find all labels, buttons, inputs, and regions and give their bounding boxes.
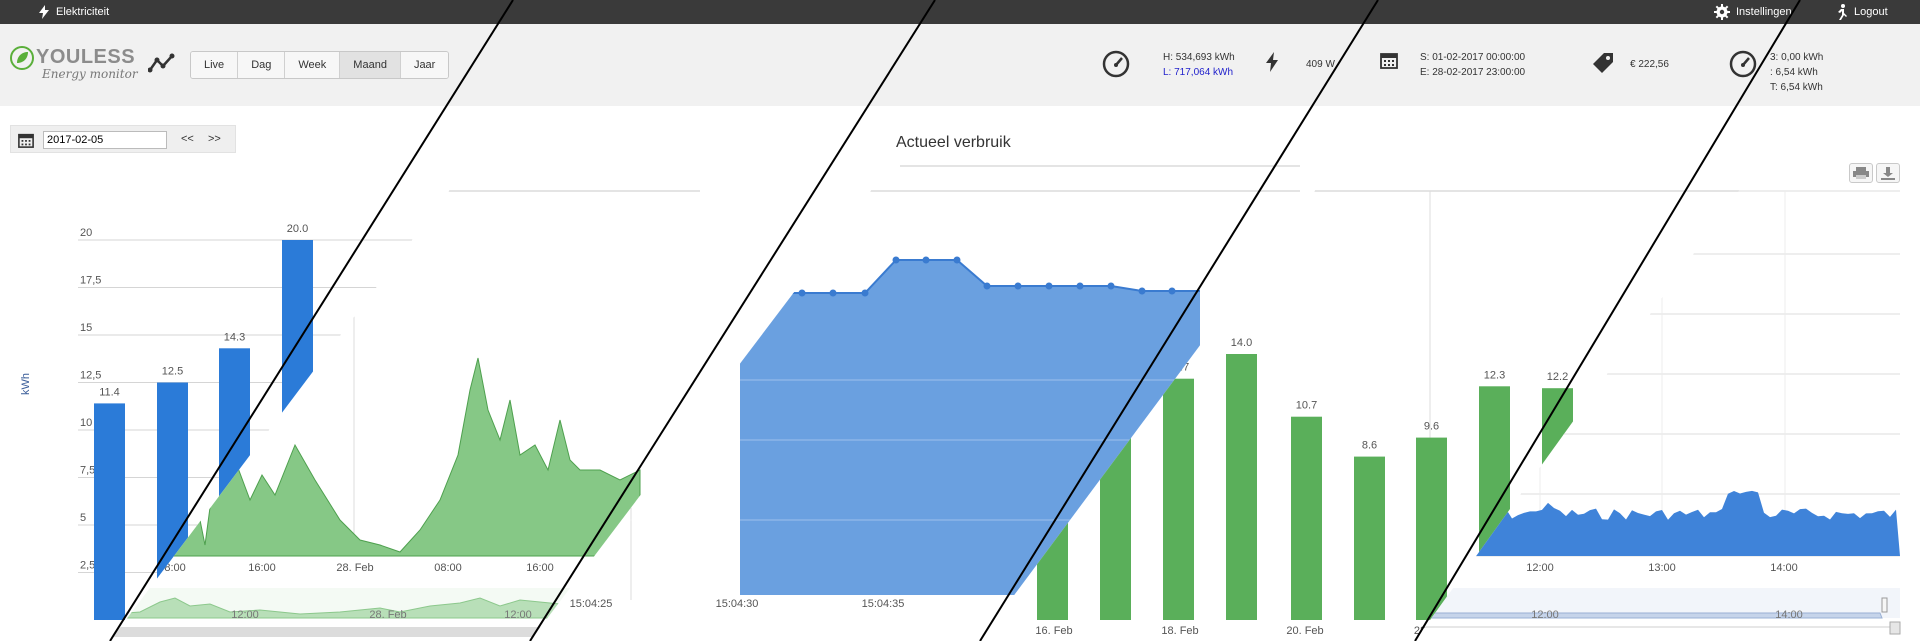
live-data-point [861, 289, 869, 297]
bar-value-label: 14.0 [1231, 337, 1252, 349]
bar-value-label: 12.3 [1484, 369, 1505, 381]
live-data-point [1168, 287, 1176, 295]
live-data-point [1014, 282, 1022, 290]
y-tick-label: 10 [80, 417, 92, 429]
y-tick-label: 17,5 [80, 275, 101, 287]
x-tick-label: 08:00 [434, 562, 462, 574]
bar [157, 382, 188, 620]
bar-value-label: 11.4 [99, 386, 120, 398]
live-data-point [1045, 282, 1053, 290]
live-data-point [1138, 287, 1146, 295]
live-data-point [892, 256, 900, 264]
live-data-point [798, 289, 806, 297]
bar [282, 240, 313, 620]
chart-collage: 20 17,5 15 12,5 10 7,5 5 2,5 11.4 12.5 14.3 20.0 0… [78, 0, 1901, 641]
day-navigator-series [1419, 612, 1883, 619]
navigator-tick-label: 12:00 [504, 609, 532, 621]
bar-value-label: 10.7 [1296, 400, 1317, 412]
bar [1291, 416, 1322, 620]
live-data-point [1107, 282, 1115, 290]
y-tick-label: 15 [80, 322, 92, 334]
x-tick-label: 13:00 [1648, 562, 1676, 574]
day-area-series [1470, 490, 1900, 556]
bar-value-label: 14.3 [224, 331, 245, 343]
navigator-tick-label: 12:00 [231, 609, 259, 621]
bar [1354, 456, 1385, 620]
scroll-right-button[interactable] [1889, 621, 1901, 635]
x-tick-label: 28. Feb [336, 562, 373, 574]
bar [1163, 378, 1194, 620]
x-tick-label: 16. Feb [1035, 625, 1072, 637]
y-tick-label: 20 [80, 227, 92, 239]
y-tick-label: 7,5 [80, 465, 95, 477]
bar-value-label: 12.5 [162, 366, 183, 378]
navigator-tick-label: 14:00 [1775, 609, 1803, 621]
bar [1226, 354, 1257, 620]
y-tick-label: 12,5 [80, 370, 101, 382]
panel-month-blue: 20 17,5 15 12,5 10 7,5 5 2,5 11.4 12.5 14.3 20.0 [78, 223, 513, 620]
x-tick-label: 16:00 [526, 562, 554, 574]
live-data-point [768, 289, 776, 297]
y-tick-label: 5 [80, 512, 86, 524]
navigator-tick-label: 12:00 [1531, 609, 1559, 621]
bar-value-label: 8.6 [1362, 440, 1377, 452]
x-tick-label: 15:04:25 [570, 598, 613, 610]
bar [94, 403, 125, 620]
navigator-handle[interactable] [1881, 597, 1888, 613]
live-data-point [829, 289, 837, 297]
x-tick-label: 16:00 [248, 562, 276, 574]
x-tick-label: 20. Feb [1286, 625, 1323, 637]
navigator-tick-label: 28. Feb [369, 609, 406, 621]
bar-value-label: 9.6 [1424, 421, 1439, 433]
x-tick-label: 18. Feb [1161, 625, 1198, 637]
bar-value-label: 12.2 [1547, 371, 1568, 383]
x-tick-label: 15:04:30 [716, 598, 759, 610]
y-tick-label: 2,5 [80, 560, 95, 572]
panel-day-blue: 12:00 13:00 14:00 12:00 14:00 [1415, 190, 1901, 635]
bar-value-label: 20.0 [287, 223, 308, 235]
bar [1479, 386, 1510, 620]
live-data-point [922, 256, 930, 264]
week-scrollbar[interactable] [100, 627, 620, 637]
live-data-point [953, 256, 961, 264]
x-tick-label: 15:04:35 [862, 598, 905, 610]
live-data-point [983, 282, 991, 290]
x-tick-label: 12:00 [1526, 562, 1554, 574]
bar [1416, 437, 1447, 620]
x-tick-label: 14:00 [1770, 562, 1798, 574]
live-data-point [1076, 282, 1084, 290]
